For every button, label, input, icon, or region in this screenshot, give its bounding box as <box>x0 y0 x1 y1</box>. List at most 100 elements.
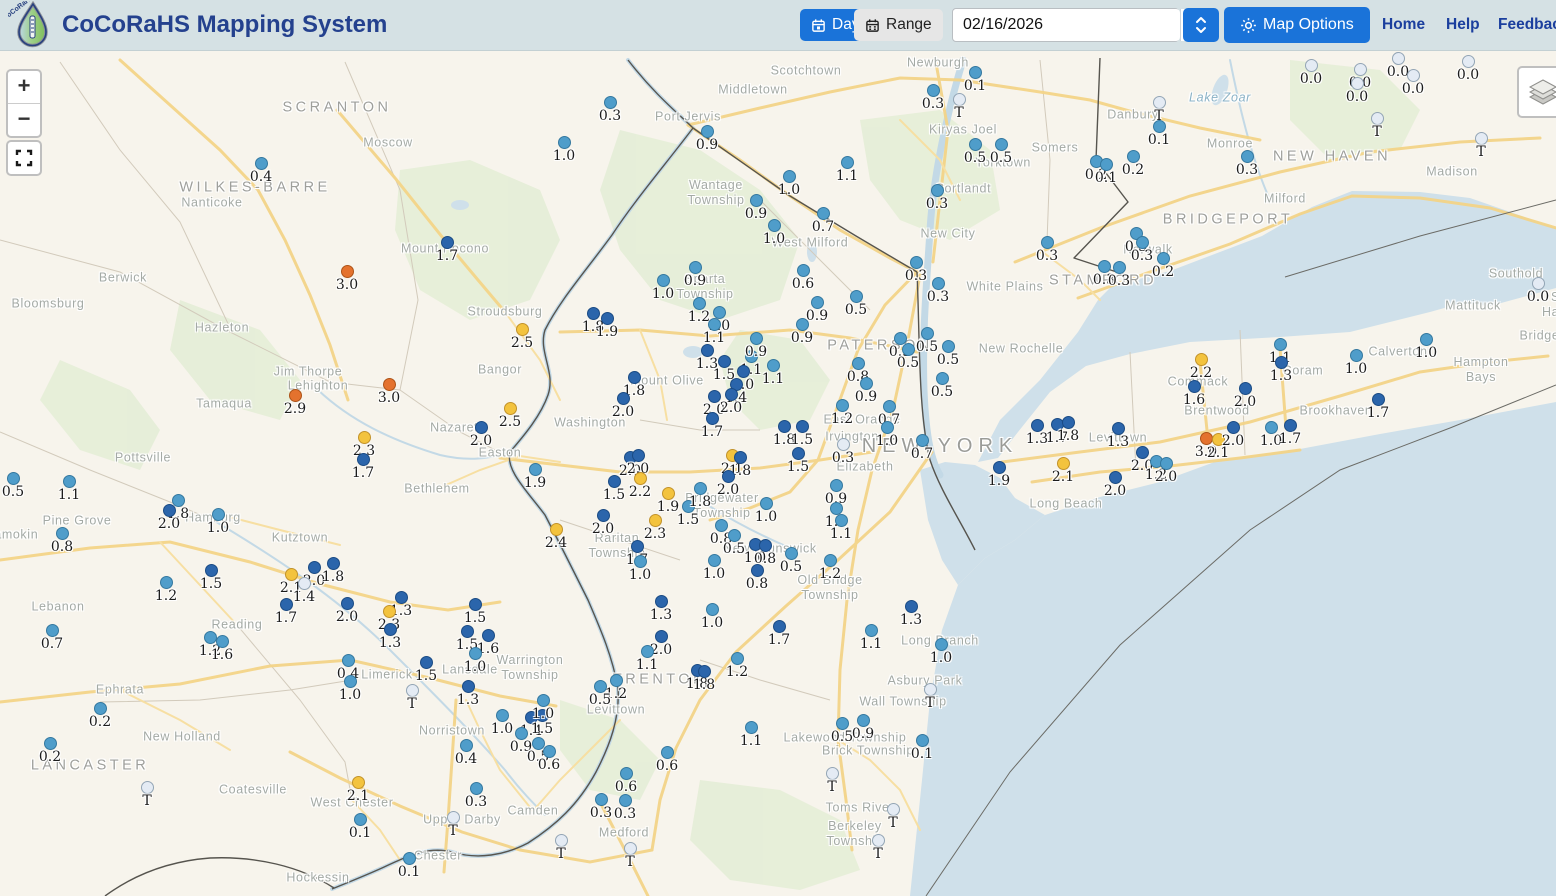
station-dot[interactable] <box>910 256 923 269</box>
station-dot[interactable] <box>883 400 896 413</box>
station-dot[interactable] <box>796 318 809 331</box>
station-dot[interactable] <box>160 576 173 589</box>
station-dot[interactable] <box>504 402 517 415</box>
station-dot[interactable] <box>403 852 416 865</box>
station-dot[interactable] <box>824 554 837 567</box>
station-dot[interactable] <box>383 378 396 391</box>
station-dot[interactable] <box>601 312 614 325</box>
station-dot[interactable] <box>604 96 617 109</box>
station-dot[interactable] <box>482 629 495 642</box>
station-dot[interactable] <box>1284 419 1297 432</box>
station-dot[interactable] <box>655 630 668 643</box>
station-dot[interactable] <box>887 803 900 816</box>
station-dot[interactable] <box>341 265 354 278</box>
station-dot[interactable] <box>698 665 711 678</box>
station-dot[interactable] <box>469 647 482 660</box>
station-dot[interactable] <box>706 412 719 425</box>
station-dot[interactable] <box>1127 150 1140 163</box>
station-dot[interactable] <box>836 717 849 730</box>
station-dot[interactable] <box>865 624 878 637</box>
station-dot[interactable] <box>141 781 154 794</box>
station-dot[interactable] <box>1112 422 1125 435</box>
station-dot[interactable] <box>352 776 365 789</box>
station-dot[interactable] <box>841 156 854 169</box>
station-dot[interactable] <box>728 529 741 542</box>
station-dot[interactable] <box>850 290 863 303</box>
station-dot[interactable] <box>713 306 726 319</box>
station-dot[interactable] <box>255 157 268 170</box>
station-dot[interactable] <box>516 323 529 336</box>
station-dot[interactable] <box>327 557 340 570</box>
station-dot[interactable] <box>447 811 460 824</box>
station-dot[interactable] <box>881 421 894 434</box>
station-dot[interactable] <box>916 734 929 747</box>
station-dot[interactable] <box>701 125 714 138</box>
station-dot[interactable] <box>1227 421 1240 434</box>
station-dot[interactable] <box>1153 96 1166 109</box>
station-dot[interactable] <box>1241 150 1254 163</box>
station-dot[interactable] <box>1160 457 1173 470</box>
station-dot[interactable] <box>811 296 824 309</box>
station-dot[interactable] <box>462 680 475 693</box>
station-dot[interactable] <box>936 372 949 385</box>
station-dot[interactable] <box>550 523 563 536</box>
station-dot[interactable] <box>902 343 915 356</box>
station-dot[interactable] <box>624 842 637 855</box>
layers-control[interactable] <box>1517 66 1556 118</box>
station-dot[interactable] <box>894 332 907 345</box>
station-dot[interactable] <box>662 487 675 500</box>
map-options-button[interactable]: Map Options <box>1224 7 1370 43</box>
station-dot[interactable] <box>1351 77 1364 90</box>
station-dot[interactable] <box>817 207 830 220</box>
station-dot[interactable] <box>1153 120 1166 133</box>
station-dot[interactable] <box>737 365 750 378</box>
station-dot[interactable] <box>289 389 302 402</box>
station-dot[interactable] <box>830 479 843 492</box>
station-dot[interactable] <box>441 236 454 249</box>
station-dot[interactable] <box>608 475 621 488</box>
station-dot[interactable] <box>1062 416 1075 429</box>
station-dot[interactable] <box>56 527 69 540</box>
station-dot[interactable] <box>308 561 321 574</box>
date-step-button[interactable] <box>1183 8 1219 42</box>
station-dot[interactable] <box>1532 277 1545 290</box>
station-dot[interactable] <box>384 623 397 636</box>
station-dot[interactable] <box>280 598 293 611</box>
station-dot[interactable] <box>993 461 1006 474</box>
station-dot[interactable] <box>694 482 707 495</box>
station-dot[interactable] <box>773 620 786 633</box>
station-dot[interactable] <box>1109 471 1122 484</box>
station-dot[interactable] <box>460 739 473 752</box>
station-dot[interactable] <box>1475 132 1488 145</box>
station-dot[interactable] <box>916 434 929 447</box>
station-dot[interactable] <box>708 390 721 403</box>
range-toggle-button[interactable]: Range <box>854 9 943 41</box>
station-dot[interactable] <box>708 554 721 567</box>
station-dot[interactable] <box>1275 356 1288 369</box>
station-dot[interactable] <box>470 782 483 795</box>
station-dot[interactable] <box>475 421 488 434</box>
station-dot[interactable] <box>641 645 654 658</box>
station-dot[interactable] <box>529 463 542 476</box>
station-dot[interactable] <box>204 631 217 644</box>
station-dot[interactable] <box>935 638 948 651</box>
station-dot[interactable] <box>469 598 482 611</box>
station-dot[interactable] <box>718 355 731 368</box>
station-dot[interactable] <box>655 595 668 608</box>
station-dot[interactable] <box>383 605 396 618</box>
station-dot[interactable] <box>857 714 870 727</box>
station-dot[interactable] <box>420 656 433 669</box>
station-dot[interactable] <box>715 519 728 532</box>
station-dot[interactable] <box>1041 236 1054 249</box>
fullscreen-button[interactable] <box>6 140 42 176</box>
station-dot[interactable] <box>852 357 865 370</box>
station-dot[interactable] <box>1136 446 1149 459</box>
station-dot[interactable] <box>927 84 940 97</box>
station-dot[interactable] <box>515 727 528 740</box>
station-dot[interactable] <box>7 472 20 485</box>
station-dot[interactable] <box>797 264 810 277</box>
station-dot[interactable] <box>63 475 76 488</box>
station-dot[interactable] <box>496 709 509 722</box>
station-dot[interactable] <box>796 420 809 433</box>
station-dot[interactable] <box>632 449 645 462</box>
